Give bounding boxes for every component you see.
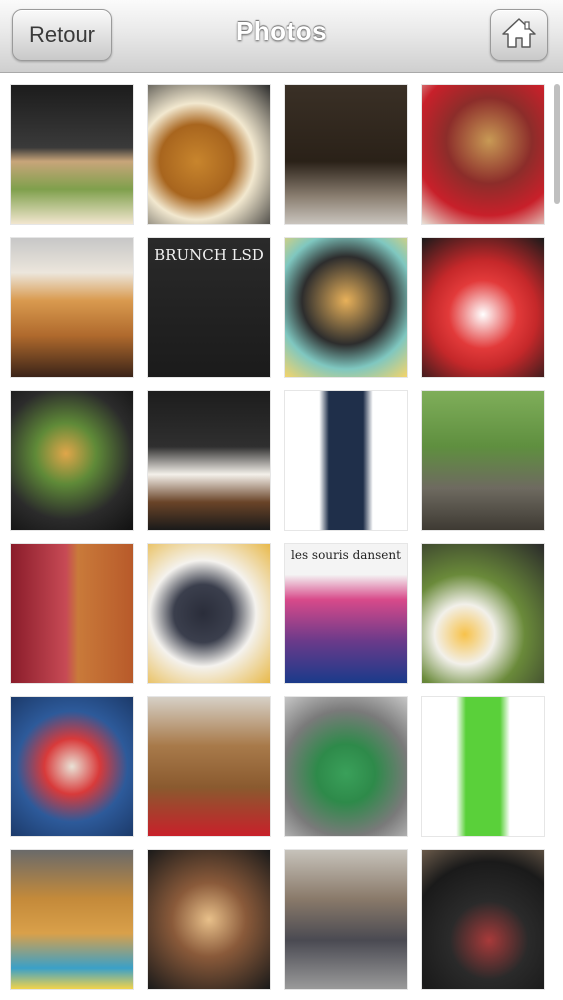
photo-caption: les souris dansent	[291, 548, 401, 562]
photo-restaurant-facade[interactable]	[284, 84, 408, 225]
photo-black-roll-cake[interactable]	[284, 390, 408, 531]
photo-brunch-spread[interactable]	[284, 237, 408, 378]
photo-honey-toast[interactable]	[10, 237, 134, 378]
page-title: Photos	[235, 16, 328, 46]
photo-les-souris-poster[interactable]: les souris dansent	[284, 543, 408, 684]
photo-grid: BRUNCH LSD les souris dansent	[10, 84, 545, 990]
photo-burger-fries-plate[interactable]	[421, 84, 545, 225]
photo-fried-chicken-eggs[interactable]	[147, 84, 271, 225]
photo-matcha-cup[interactable]	[284, 696, 408, 837]
photo-salad-bowl[interactable]	[10, 390, 134, 531]
photo-caption: BRUNCH LSD	[154, 246, 264, 264]
home-icon	[502, 17, 536, 54]
photo-brunch-chalkboard[interactable]: BRUNCH LSD	[147, 237, 271, 378]
photo-green-roll[interactable]	[421, 696, 545, 837]
photo-black-roll-slice[interactable]	[147, 543, 271, 684]
photo-chocolate-dessert[interactable]	[147, 390, 271, 531]
photo-bunny-dessert[interactable]	[421, 237, 545, 378]
photo-street-people[interactable]	[284, 849, 408, 990]
photo-burger-nuggets[interactable]	[10, 849, 134, 990]
photo-street-trees[interactable]	[421, 390, 545, 531]
photo-chef-sandwich-salad[interactable]	[10, 84, 134, 225]
photo-tacos-board[interactable]	[147, 849, 271, 990]
photo-wine-dishes[interactable]	[421, 849, 545, 990]
photo-fried-dumplings[interactable]	[147, 696, 271, 837]
photo-fruit-bowl[interactable]	[10, 696, 134, 837]
photo-fried-egg-salad[interactable]	[421, 543, 545, 684]
home-button[interactable]	[490, 9, 548, 61]
navigation-bar: Retour Photos	[0, 0, 563, 73]
scrollbar[interactable]	[554, 84, 560, 204]
photo-drink-hotdog[interactable]	[10, 543, 134, 684]
